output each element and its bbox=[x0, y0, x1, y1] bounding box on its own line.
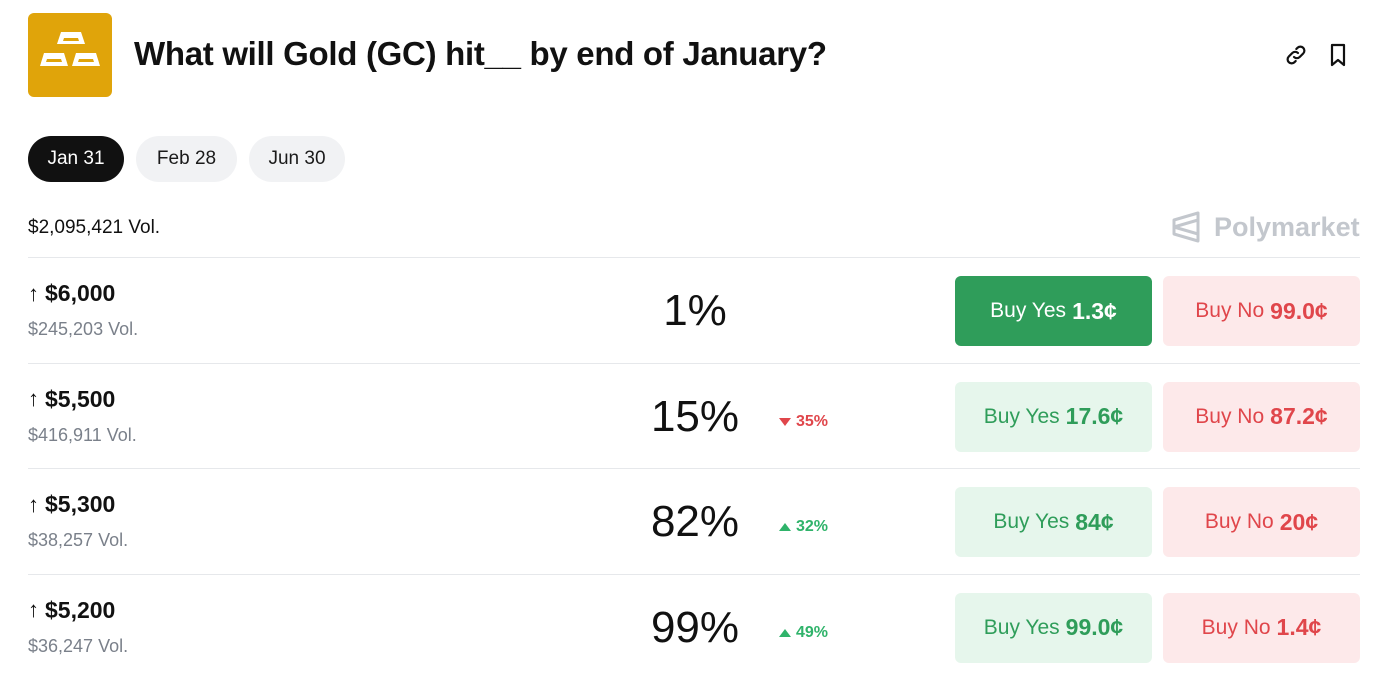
buy-yes-label: Buy Yes bbox=[990, 299, 1067, 322]
buy-yes-button[interactable]: Buy Yes 84¢ bbox=[955, 487, 1152, 557]
buy-yes-price: 84¢ bbox=[1075, 508, 1114, 535]
arrow-up-icon: ↑ bbox=[28, 597, 39, 622]
buy-no-price: 20¢ bbox=[1279, 508, 1319, 535]
outcome-probability: 1% bbox=[663, 286, 727, 335]
outcome-probability: 82% bbox=[650, 497, 740, 546]
buy-yes-price: 1.3¢ bbox=[1072, 297, 1117, 324]
polymarket-brand: Polymarket bbox=[1170, 210, 1360, 244]
triangle-up-icon bbox=[779, 523, 791, 531]
arrow-up-icon: ↑ bbox=[28, 386, 39, 411]
probability-change: 32% bbox=[779, 518, 828, 536]
buy-no-label: Buy No bbox=[1195, 404, 1265, 428]
outcome-target: $6,000 bbox=[45, 280, 116, 306]
outcome-label: ↑ $5,200 bbox=[28, 597, 115, 624]
market-title: What will Gold (GC) hit__ by end of Janu… bbox=[134, 35, 827, 72]
buy-yes-label: Buy Yes bbox=[983, 615, 1060, 639]
outcome-probability: 15% bbox=[650, 391, 740, 441]
buy-no-price: 87.2¢ bbox=[1270, 403, 1328, 429]
buy-yes-button[interactable]: Buy Yes 99.0¢ bbox=[955, 592, 1152, 663]
outcome-list: ↑ $6,000 $245,203 Vol. 1% Buy Yes 1.3¢ B… bbox=[28, 257, 1360, 678]
buy-no-button[interactable]: Buy No 1.4¢ bbox=[1163, 592, 1360, 663]
polymarket-logo-icon bbox=[1172, 211, 1200, 243]
outcome-label: ↑ $5,500 bbox=[28, 386, 115, 413]
outcome-volume: $36,247 Vol. bbox=[28, 635, 129, 656]
bookmark-icon[interactable] bbox=[1324, 41, 1352, 69]
buy-no-button[interactable]: Buy No 87.2¢ bbox=[1163, 381, 1360, 452]
arrow-up-icon: ↑ bbox=[28, 491, 39, 517]
buy-no-label: Buy No bbox=[1204, 510, 1274, 533]
outcome-volume: $245,203 Vol. bbox=[28, 319, 139, 339]
outcome-volume: $416,911 Vol. bbox=[28, 424, 137, 445]
tab-jan-31[interactable]: Jan 31 bbox=[28, 136, 124, 182]
buy-yes-label: Buy Yes bbox=[993, 510, 1070, 533]
buy-no-label: Buy No bbox=[1201, 615, 1271, 639]
triangle-up-icon bbox=[779, 628, 791, 637]
buy-no-button[interactable]: Buy No 20¢ bbox=[1163, 487, 1360, 557]
outcome-row[interactable]: ↑ $5,200 $36,247 Vol. 99% 49% Buy Yes 99… bbox=[28, 573, 1360, 678]
outcome-probability: 99% bbox=[650, 602, 740, 652]
buy-no-price: 1.4¢ bbox=[1276, 614, 1322, 640]
total-volume: $2,095,421 Vol. bbox=[28, 217, 161, 238]
outcome-row[interactable]: ↑ $5,500 $416,911 Vol. 15% 35% Buy Yes 1… bbox=[28, 362, 1360, 469]
buy-yes-label: Buy Yes bbox=[983, 404, 1060, 428]
buy-yes-price: 99.0¢ bbox=[1065, 614, 1124, 640]
outcome-target: $5,200 bbox=[45, 596, 116, 623]
outcome-target: $5,300 bbox=[45, 491, 116, 517]
outcome-target: $5,500 bbox=[45, 385, 116, 412]
buy-no-button[interactable]: Buy No 99.0¢ bbox=[1163, 276, 1360, 346]
triangle-down-icon bbox=[779, 417, 791, 426]
probability-change: 35% bbox=[779, 413, 828, 431]
probability-change: 49% bbox=[779, 624, 828, 642]
gold-bars-icon bbox=[28, 13, 112, 97]
outcome-volume: $38,257 Vol. bbox=[28, 530, 129, 550]
date-tabs: Jan 31 Feb 28 Jun 30 bbox=[28, 136, 345, 182]
probability-change-value: 49% bbox=[796, 623, 829, 641]
tab-feb-28[interactable]: Feb 28 bbox=[136, 136, 237, 182]
buy-yes-button[interactable]: Buy Yes 1.3¢ bbox=[955, 276, 1152, 346]
brand-name: Polymarket bbox=[1214, 211, 1360, 242]
buy-no-price: 99.0¢ bbox=[1270, 297, 1328, 324]
probability-change-value: 32% bbox=[796, 518, 829, 535]
link-icon[interactable] bbox=[1282, 41, 1310, 69]
outcome-row[interactable]: ↑ $5,300 $38,257 Vol. 82% 32% Buy Yes 84… bbox=[28, 468, 1360, 574]
tab-jun-30[interactable]: Jun 30 bbox=[249, 136, 345, 182]
probability-change-value: 35% bbox=[796, 412, 829, 430]
outcome-row[interactable]: ↑ $6,000 $245,203 Vol. 1% Buy Yes 1.3¢ B… bbox=[28, 257, 1360, 363]
outcome-label: ↑ $6,000 bbox=[28, 280, 115, 307]
arrow-up-icon: ↑ bbox=[28, 280, 39, 306]
buy-yes-price: 17.6¢ bbox=[1065, 403, 1124, 429]
buy-no-label: Buy No bbox=[1195, 299, 1265, 322]
market-header: What will Gold (GC) hit__ by end of Janu… bbox=[28, 13, 1358, 97]
outcome-label: ↑ $5,300 bbox=[28, 491, 115, 518]
buy-yes-button[interactable]: Buy Yes 17.6¢ bbox=[955, 381, 1152, 452]
